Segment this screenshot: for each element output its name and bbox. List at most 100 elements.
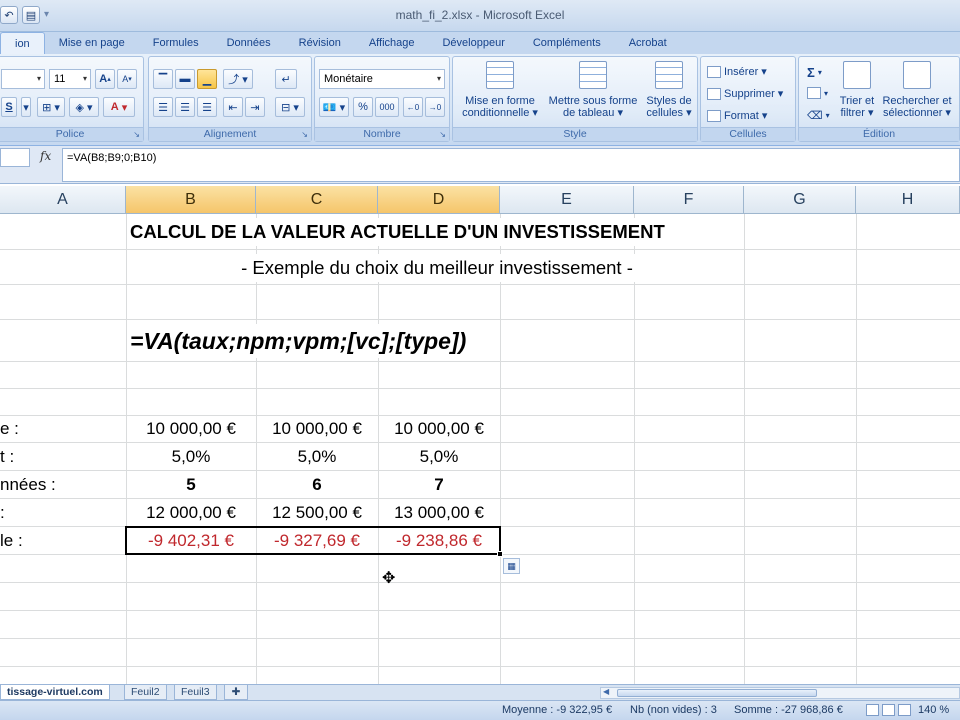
- formula-input[interactable]: =VA(B8;B9;0;B10): [62, 148, 960, 182]
- row-label[interactable]: t :: [0, 443, 14, 471]
- cell-d11[interactable]: 13 000,00 €: [378, 499, 500, 527]
- grid-line: [0, 388, 960, 389]
- font-name-combo[interactable]: ▾: [1, 69, 45, 89]
- page-layout-view-icon[interactable]: [882, 704, 895, 716]
- sheet-subtitle[interactable]: - Exemple du choix du meilleur investiss…: [130, 254, 744, 282]
- sheet-tab-feuil3[interactable]: Feuil3: [174, 685, 217, 700]
- clear-button[interactable]: ⌫ ▾: [807, 109, 830, 122]
- increase-indent-icon[interactable]: ⇥: [245, 97, 265, 117]
- align-bottom-icon[interactable]: ▁: [197, 69, 217, 89]
- tab-complements[interactable]: Compléments: [519, 32, 615, 54]
- column-header-d[interactable]: D: [378, 186, 500, 214]
- sheet-tab-feuil2[interactable]: Feuil2: [124, 685, 167, 700]
- format-button[interactable]: Format ▾: [707, 109, 767, 122]
- borders-icon[interactable]: ⊞ ▾: [37, 97, 65, 117]
- insert-function-icon[interactable]: fx: [40, 149, 51, 163]
- scroll-left-icon[interactable]: ◀: [603, 687, 609, 696]
- tab-affichage[interactable]: Affichage: [355, 32, 429, 54]
- cell-c11[interactable]: 12 500,00 €: [256, 499, 378, 527]
- cell-c9[interactable]: 5,0%: [256, 443, 378, 471]
- column-header-c[interactable]: C: [256, 186, 378, 214]
- cell-styles-button[interactable]: Styles de cellules ▾: [643, 61, 695, 119]
- row-label[interactable]: le :: [0, 527, 23, 555]
- align-middle-icon[interactable]: ▬: [175, 69, 195, 89]
- font-size-combo[interactable]: 11 ▾: [49, 69, 91, 89]
- cell-d9[interactable]: 5,0%: [378, 443, 500, 471]
- align-right-icon[interactable]: ☰: [197, 97, 217, 117]
- delete-icon: [707, 87, 721, 100]
- sort-filter-button[interactable]: Trier et filtrer ▾: [835, 61, 879, 119]
- tab-formules[interactable]: Formules: [139, 32, 213, 54]
- thousands-button[interactable]: 000: [375, 97, 399, 117]
- scrollbar-thumb[interactable]: [617, 689, 817, 697]
- align-left-icon[interactable]: ☰: [153, 97, 173, 117]
- format-as-table-button[interactable]: Mettre sous forme de tableau ▾: [545, 61, 641, 119]
- status-bar: Moyenne : -9 322,95 € Nb (non vides) : 3…: [0, 700, 960, 720]
- row-label[interactable]: e :: [0, 415, 19, 443]
- align-top-icon[interactable]: ▔: [153, 69, 173, 89]
- autosum-label: Σ: [807, 65, 815, 80]
- increase-decimal-icon[interactable]: ←0: [403, 97, 423, 117]
- grow-font-button[interactable]: A ▴: [95, 69, 115, 89]
- percent-button[interactable]: %: [353, 97, 373, 117]
- police-launcher-icon[interactable]: ↘: [133, 130, 140, 139]
- cell-d8[interactable]: 10 000,00 €: [378, 415, 500, 443]
- cell-b9[interactable]: 5,0%: [126, 443, 256, 471]
- conditional-format-button[interactable]: Mise en forme conditionnelle ▾: [457, 61, 543, 119]
- page-break-view-icon[interactable]: [898, 704, 911, 716]
- tab-mise-en-page[interactable]: Mise en page: [45, 32, 139, 54]
- cell-d10[interactable]: 7: [378, 471, 500, 499]
- cell-c8[interactable]: 10 000,00 €: [256, 415, 378, 443]
- column-header-a[interactable]: A: [0, 186, 126, 214]
- tab-acrobat[interactable]: Acrobat: [615, 32, 681, 54]
- underline-dropdown-icon[interactable]: ▾: [21, 97, 31, 117]
- paste-options-icon[interactable]: ▦: [503, 558, 520, 574]
- conditional-format-label-2: conditionnelle ▾: [462, 107, 538, 119]
- horizontal-scrollbar[interactable]: ◀: [600, 687, 960, 699]
- cell-b11[interactable]: 12 000,00 €: [126, 499, 256, 527]
- decrease-indent-icon[interactable]: ⇤: [223, 97, 243, 117]
- cell-b8[interactable]: 10 000,00 €: [126, 415, 256, 443]
- column-header-b[interactable]: B: [126, 186, 256, 214]
- font-color-button[interactable]: A ▾: [103, 97, 135, 117]
- normal-view-icon[interactable]: [866, 704, 879, 716]
- wrap-text-icon[interactable]: ↵: [275, 69, 297, 89]
- sheet-formula-text[interactable]: =VA(taux;npm;vpm;[vc];[type]): [130, 324, 467, 358]
- alignement-launcher-icon[interactable]: ↘: [301, 130, 308, 139]
- autosum-button[interactable]: Σ ▾: [807, 65, 822, 80]
- column-header-h[interactable]: H: [856, 186, 960, 214]
- decrease-decimal-icon[interactable]: →0: [425, 97, 445, 117]
- sheet-title[interactable]: CALCUL DE LA VALEUR ACTUELLE D'UN INVEST…: [130, 218, 665, 246]
- fill-button[interactable]: ▾: [807, 87, 828, 99]
- merge-center-icon[interactable]: ⊟ ▾: [275, 97, 305, 117]
- orientation-icon[interactable]: ⤴ ▾: [223, 69, 253, 89]
- row-label[interactable]: :: [0, 499, 5, 527]
- cell-c10[interactable]: 6: [256, 471, 378, 499]
- column-header-e[interactable]: E: [500, 186, 634, 214]
- shrink-font-button[interactable]: A ▾: [117, 69, 137, 89]
- fill-color-icon[interactable]: ◈ ▾: [69, 97, 99, 117]
- tab-revision[interactable]: Révision: [285, 32, 355, 54]
- column-header-g[interactable]: G: [744, 186, 856, 214]
- zoom-level[interactable]: 140 %: [918, 701, 949, 720]
- delete-button[interactable]: Supprimer ▾: [707, 87, 783, 100]
- fill-handle[interactable]: [497, 551, 503, 557]
- cell-b10[interactable]: 5: [126, 471, 256, 499]
- find-select-button[interactable]: Rechercher et sélectionner ▾: [879, 61, 955, 119]
- tab-donnees[interactable]: Données: [213, 32, 285, 54]
- number-format-combo[interactable]: Monétaire ▾: [319, 69, 445, 89]
- worksheet-grid[interactable]: A B C D E F G H CALCUL DE LA VALEUR ACTU…: [0, 186, 960, 684]
- insert-sheet-icon[interactable]: ✚: [224, 685, 248, 700]
- align-center-icon[interactable]: ☰: [175, 97, 195, 117]
- eraser-icon: ⌫: [807, 110, 823, 122]
- tab-accueil[interactable]: ion: [0, 32, 45, 54]
- nombre-launcher-icon[interactable]: ↘: [439, 130, 446, 139]
- column-header-f[interactable]: F: [634, 186, 744, 214]
- name-box[interactable]: [0, 148, 30, 167]
- currency-icon[interactable]: 💶 ▾: [319, 97, 349, 117]
- underline-button[interactable]: S: [1, 97, 17, 117]
- sheet-tab-1[interactable]: tissage-virtuel.com: [0, 685, 110, 700]
- row-label[interactable]: nnées :: [0, 471, 56, 499]
- tab-developpeur[interactable]: Développeur: [428, 32, 518, 54]
- insert-button[interactable]: Insérer ▾: [707, 65, 767, 78]
